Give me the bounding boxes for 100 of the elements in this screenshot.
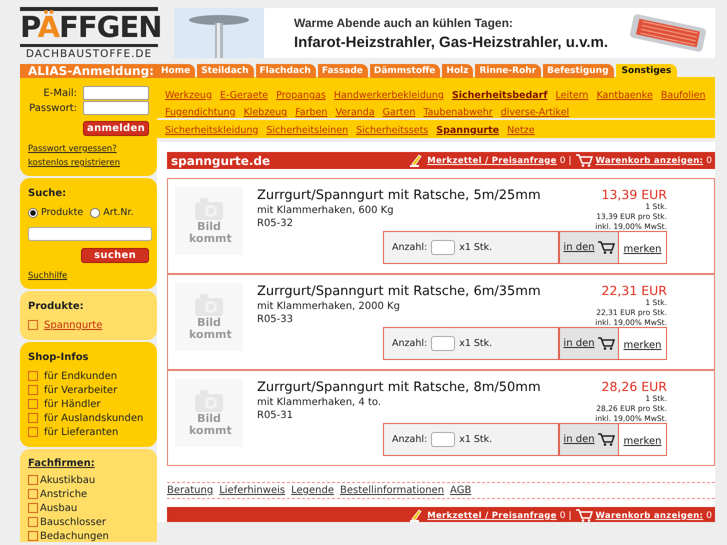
add-to-cart-button[interactable]: in den [558,424,619,455]
product-description: mit Klammerhaken, 4 to. [257,397,382,408]
footer-link[interactable]: Bestellinformationen [340,485,444,496]
cart-count: 0 [706,156,712,166]
square-bullet-icon [28,475,38,485]
quantity-unit: x1 Stk. [459,242,492,253]
price: 22,31 EUR [600,283,667,298]
quantity-field[interactable] [431,240,456,255]
list-link[interactable]: für Lieferanten [44,426,118,438]
link[interactable]: Passwort vergessen? [28,142,149,156]
nav-tab[interactable]: Sonstiges [616,64,678,78]
category-link[interactable]: Handwerkerbekleidung [334,89,444,103]
quantity-label: Anzahl: [392,242,428,253]
section-title[interactable]: Fachfirmen: [28,458,149,468]
subcategory-link[interactable]: Spanngurte [436,124,500,138]
search-button[interactable]: suchen [81,248,149,262]
radio-label[interactable]: Produkte [41,207,84,218]
square-bullet-icon [28,427,38,437]
category-link[interactable]: Sicherheitsbedarf [452,89,548,103]
footer-link[interactable]: Legende [291,485,334,496]
category-link[interactable]: Fugendichtung [165,106,236,120]
product-name[interactable]: Zurrgurt/Spanngurt mit Ratsche, 5m/25mm [257,188,547,203]
product-description: mit Klammerhaken, 600 Kg [257,205,395,216]
quantity-field[interactable] [431,432,456,447]
logo[interactable]: PÄFFGEN DACHBAUSTOFFE.DE [20,7,158,60]
add-to-cart-button[interactable]: in den [558,232,619,263]
list-link[interactable]: Anstriche [40,488,88,500]
list-link[interactable]: Ausbau [40,502,78,514]
email-field[interactable] [83,86,149,100]
cart-icon [596,240,615,255]
radio-button[interactable] [90,208,100,218]
category-link[interactable]: Veranda [335,106,375,120]
cart-link[interactable]: Warenkorb anzeigen: [596,156,704,166]
help-link[interactable]: Suchhilfe [28,268,149,282]
subcategory-link[interactable]: Sicherheitskleidung [165,124,258,138]
banner[interactable]: Warme Abende auch an kühlen Tagen: Infarot-Heizstrahler, Gas-Heizstrahler, u.v.m. [174,8,715,58]
search-field[interactable] [28,227,152,241]
radio-button[interactable] [28,208,38,218]
category-link[interactable]: Kantbaenke [596,89,653,103]
category-link[interactable]: Garten [382,106,416,120]
field-label: Passwort: [29,102,77,114]
category-link[interactable]: Klebzeug [244,106,288,120]
product-name[interactable]: Zurrgurt/Spanngurt mit Ratsche, 8m/50mm [257,380,547,395]
square-bullet-icon [28,531,38,541]
article-number: R05-33 [257,314,294,325]
quantity-field[interactable] [431,336,456,351]
category-link[interactable]: Propangas [276,89,326,103]
price: 28,26 EUR [600,379,667,394]
radio-label[interactable]: Art.Nr. [103,207,134,218]
list-link[interactable]: für Auslandskunden [44,412,144,424]
login-button[interactable]: anmelden [83,121,149,136]
footer-link[interactable]: AGB [450,485,472,496]
section-title: Suche: [28,188,68,199]
footer-link[interactable]: Beratung [167,485,214,496]
quantity-label: Anzahl: [392,338,428,349]
password-field[interactable] [83,101,149,115]
banner-headline: Warme Abende auch an kühlen Tagen: [294,16,514,30]
category-link[interactable]: Werkzeug [165,89,212,103]
subcategory-link[interactable]: Sicherheitsleinen [266,124,348,138]
subcategory-link[interactable]: Sicherheitssets [356,124,428,138]
product-name[interactable]: Zurrgurt/Spanngurt mit Ratsche, 6m/35mm [257,284,547,299]
link[interactable]: kostenlos registrieren [28,156,149,170]
cart-link[interactable]: Warenkorb anzeigen: [596,510,704,520]
square-bullet-icon [28,399,38,409]
image-placeholder-text: Bild kommt [189,413,229,437]
list-link[interactable]: Bauschlosser [40,516,106,528]
square-bullet-icon [28,413,38,423]
add-to-cart-button[interactable]: in den [558,328,619,359]
square-bullet-icon [28,517,38,527]
category-link[interactable]: E-Geraete [220,89,268,103]
cart-icon [574,153,593,168]
wishlist-link[interactable]: Merkzettel / Preisanfrage [427,510,557,520]
remember-button[interactable]: merken [619,232,666,263]
square-bullet-icon [28,503,38,513]
field-label: E-Mail: [43,88,77,98]
remember-button[interactable]: merken [619,328,666,359]
pen-icon [408,508,424,522]
category-link[interactable]: Baufolien [660,89,706,103]
separator: | [568,156,572,166]
separator: | [568,510,572,520]
product-description: mit Klammerhaken, 2000 Kg [257,301,401,312]
section-title: ALIAS-Anmeldung: [20,64,157,78]
list-link[interactable]: für Endkunden [44,370,118,382]
wishlist-link[interactable]: Merkzettel / Preisanfrage [427,156,557,166]
quantity-label: Anzahl: [392,434,428,445]
category-link[interactable]: Taubenabwehr [423,106,493,120]
list-link[interactable]: Spanngurte [44,320,102,330]
category-link[interactable]: Farben [295,106,328,120]
footer-link[interactable]: Lieferhinweis [219,485,286,496]
list-link[interactable]: für Verarbeiter [44,384,118,396]
list-link[interactable]: Akustikbau [40,474,96,486]
quantity-unit: x1 Stk. [459,434,492,445]
subcategory-link[interactable]: Netze [507,124,535,138]
remember-button[interactable]: merken [619,424,666,455]
list-link[interactable]: Bedachungen [40,530,109,542]
wishlist-count: 0 [560,510,566,520]
category-link[interactable]: diverse-Artikel [500,106,570,120]
list-link[interactable]: für Händler [44,398,101,410]
section-title: Shop-Infos [28,352,90,362]
category-link[interactable]: Leitern [556,89,588,103]
